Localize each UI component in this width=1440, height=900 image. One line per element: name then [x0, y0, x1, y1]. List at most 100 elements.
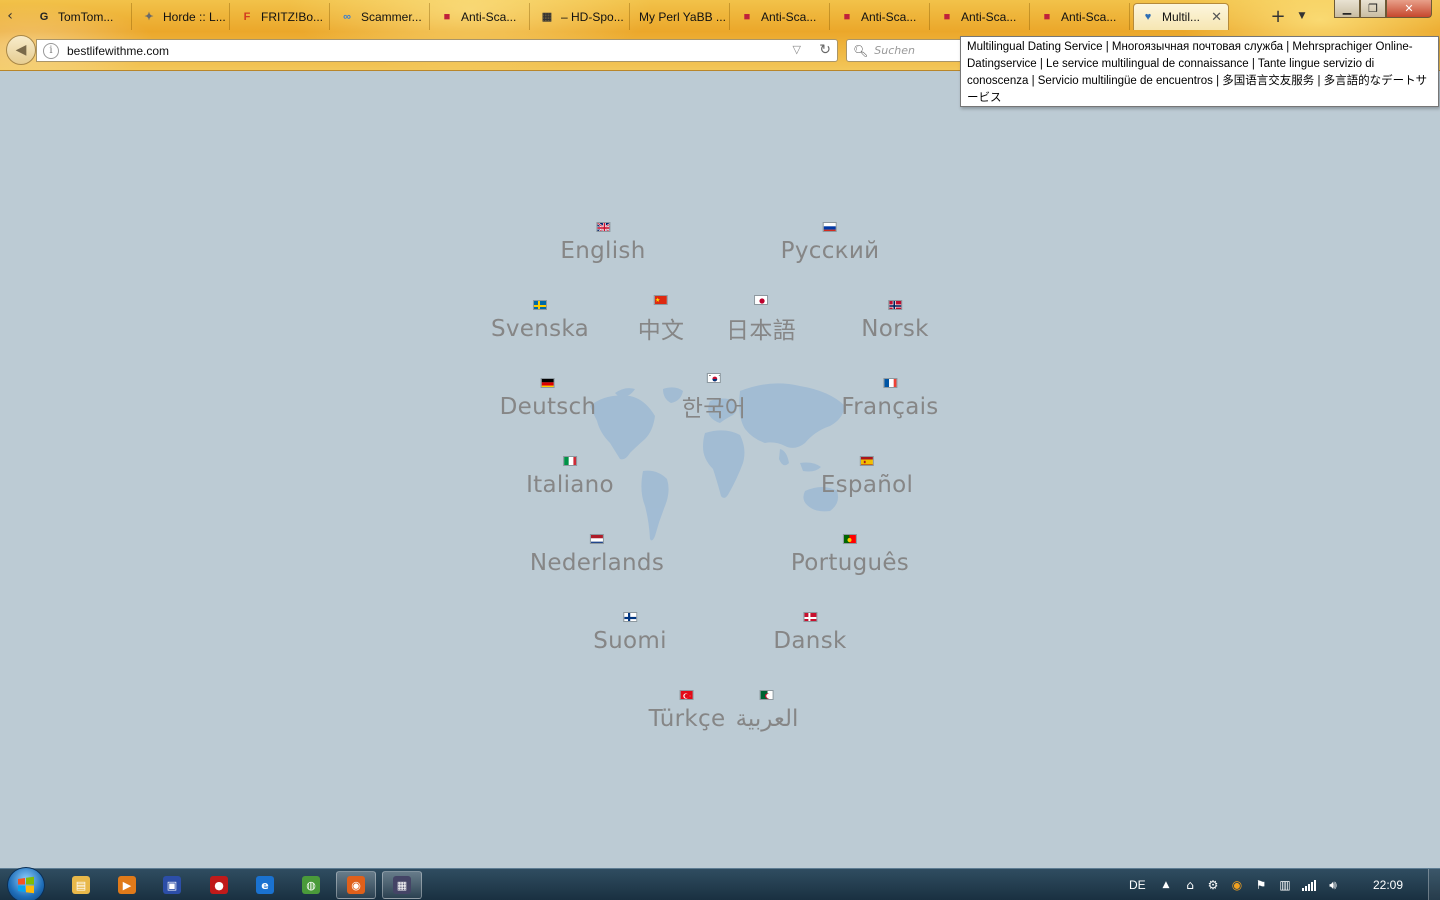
url-bar[interactable]: i bestlifewithme.com ▽ ↻	[36, 39, 838, 62]
language-link-german[interactable]: Deutsch	[500, 378, 597, 420]
tab-6[interactable]: My Perl YaBB ...	[633, 3, 730, 30]
window-controls: ▁ ❐ ✕	[1334, 0, 1432, 18]
usb-device-icon[interactable]: ▥	[1278, 878, 1292, 892]
taskbar-item-blue-app[interactable]: e	[245, 871, 285, 899]
anti-scam-icon: ■	[843, 10, 851, 23]
reload-icon[interactable]: ↻	[819, 42, 831, 58]
tab-7[interactable]: ■ Anti-Sca...	[733, 3, 830, 30]
language-link-chinese[interactable]: 中文	[638, 295, 685, 345]
tab-10[interactable]: ■ Anti-Sca...	[1033, 3, 1130, 30]
language-link-italian[interactable]: Italiano	[526, 456, 614, 498]
page-content: English Русский Svenska 中文 日本語 Norsk Deutsch 한국…	[0, 71, 1440, 868]
tomtom-icon: G	[39, 10, 49, 23]
red-app-icon: ●	[210, 876, 228, 894]
new-tab-button[interactable]: +	[1268, 3, 1288, 29]
language-link-japanese[interactable]: 日本語	[726, 295, 796, 345]
floppy-icon: ▣	[163, 876, 181, 894]
language-link-french[interactable]: Français	[841, 378, 938, 420]
back-button[interactable]: ◀	[6, 35, 36, 65]
language-indicator[interactable]: DE	[1129, 869, 1146, 900]
flag-fr-icon	[882, 378, 897, 388]
tab-label: Anti-Sca...	[961, 9, 1017, 24]
flag-pt-icon	[843, 534, 857, 544]
volume-icon[interactable]: 🔊︎	[1326, 878, 1340, 892]
flag-de-icon	[540, 378, 555, 388]
language-label: 한국어	[681, 396, 747, 422]
start-button[interactable]	[7, 867, 45, 900]
show-hidden-icons-chevron-up-icon[interactable]: ▲	[1159, 878, 1173, 892]
language-link-korean[interactable]: 한국어	[682, 373, 746, 423]
taskbar-item-green-globe[interactable]: ◍	[291, 871, 331, 899]
taskbar-item-red-app[interactable]: ●	[199, 871, 239, 899]
tab-label: Anti-Sca...	[861, 9, 917, 24]
tab-label: Horde :: L...	[163, 9, 226, 24]
language-link-portuguese[interactable]: Português	[791, 534, 909, 576]
explorer-icon: ▤	[72, 876, 90, 894]
action-center-flag-icon[interactable]: ⚑	[1254, 878, 1268, 892]
hd-sport-icon: ▦	[541, 11, 553, 23]
language-link-english[interactable]: English	[560, 222, 645, 264]
tab-label: Multil...	[1162, 10, 1201, 24]
close-tab-icon[interactable]: ✕	[1211, 9, 1222, 25]
network-drive-icon[interactable]: ⌂	[1183, 878, 1197, 892]
language-link-norwegian[interactable]: Norsk	[861, 300, 929, 342]
tab-5[interactable]: ▦ – HD-Spo...	[533, 3, 630, 30]
green-globe-icon: ◍	[302, 876, 320, 894]
gear-icon[interactable]: ⚙	[1206, 878, 1220, 892]
list-tabs-chevron-down-icon[interactable]: ▼	[1292, 3, 1312, 29]
site-info-icon[interactable]: i	[43, 42, 59, 59]
language-label: Nederlands	[529, 550, 665, 576]
tab-1[interactable]: ✦ Horde :: L...	[135, 3, 230, 30]
language-label: Svenska	[490, 316, 590, 342]
anti-scam-icon: ■	[443, 10, 451, 23]
language-label: Français	[841, 394, 939, 420]
tab-0[interactable]: G TomTom...	[30, 3, 132, 30]
tab-label: Anti-Sca...	[1061, 9, 1117, 24]
tab-scroll-left-icon[interactable]: ‹	[0, 3, 20, 29]
language-label: English	[560, 238, 646, 264]
tab-9[interactable]: ■ Anti-Sca...	[933, 3, 1030, 30]
update-icon[interactable]: ◉	[1230, 878, 1244, 892]
tab-label: Anti-Sca...	[461, 9, 517, 24]
flag-dz-icon	[759, 690, 774, 700]
language-label: Dansk	[773, 628, 847, 654]
language-link-dutch[interactable]: Nederlands	[530, 534, 664, 576]
taskbar-item-firefox[interactable]: ◉	[336, 871, 376, 899]
show-desktop-button[interactable]	[1428, 869, 1440, 900]
clock[interactable]: 22:09	[1373, 869, 1403, 900]
language-link-danish[interactable]: Dansk	[773, 612, 846, 654]
flag-tr-icon	[680, 690, 694, 700]
anti-scam-icon: ■	[1043, 10, 1051, 23]
terminal-app-icon: ▦	[393, 876, 411, 894]
scammer-icon: ∞	[343, 10, 351, 23]
language-link-finnish[interactable]: Suomi	[593, 612, 667, 654]
language-link-spanish[interactable]: Español	[821, 456, 913, 498]
fritzbox-icon: F	[243, 10, 251, 23]
tab-4[interactable]: ■ Anti-Sca...	[433, 3, 530, 30]
anti-scam-icon: ■	[943, 10, 951, 23]
language-link-swedish[interactable]: Svenska	[491, 300, 589, 342]
tab-8[interactable]: ■ Anti-Sca...	[833, 3, 930, 30]
minimize-button[interactable]: ▁	[1334, 0, 1360, 18]
language-label: Русский	[780, 238, 880, 264]
taskbar-item-media-player[interactable]: ▶	[107, 871, 147, 899]
language-label: العربية	[735, 706, 799, 732]
url-text: bestlifewithme.com	[67, 43, 170, 58]
flag-fi-icon	[622, 612, 637, 622]
language-label: Português	[790, 550, 910, 576]
language-link-turkish[interactable]: Türkçe	[649, 690, 726, 732]
taskbar-item-terminal-app[interactable]: ▦	[382, 871, 422, 899]
language-label: Deutsch	[499, 394, 597, 420]
close-window-button[interactable]: ✕	[1386, 0, 1432, 18]
url-history-dropdown-icon[interactable]: ▽	[793, 43, 801, 56]
taskbar-item-floppy[interactable]: ▣	[152, 871, 192, 899]
language-link-arabic[interactable]: العربية	[736, 690, 799, 732]
signal-strength-icon[interactable]	[1302, 878, 1316, 892]
tab-11[interactable]: ♥ Multil... ✕	[1133, 3, 1229, 30]
tab-2[interactable]: F FRITZ!Bo...	[233, 3, 330, 30]
language-link-russian[interactable]: Русский	[781, 222, 880, 264]
maximize-button[interactable]: ❐	[1360, 0, 1386, 18]
taskbar-item-explorer[interactable]: ▤	[61, 871, 101, 899]
tab-3[interactable]: ∞ Scammer...	[333, 3, 430, 30]
tab-label: Anti-Sca...	[761, 9, 817, 24]
